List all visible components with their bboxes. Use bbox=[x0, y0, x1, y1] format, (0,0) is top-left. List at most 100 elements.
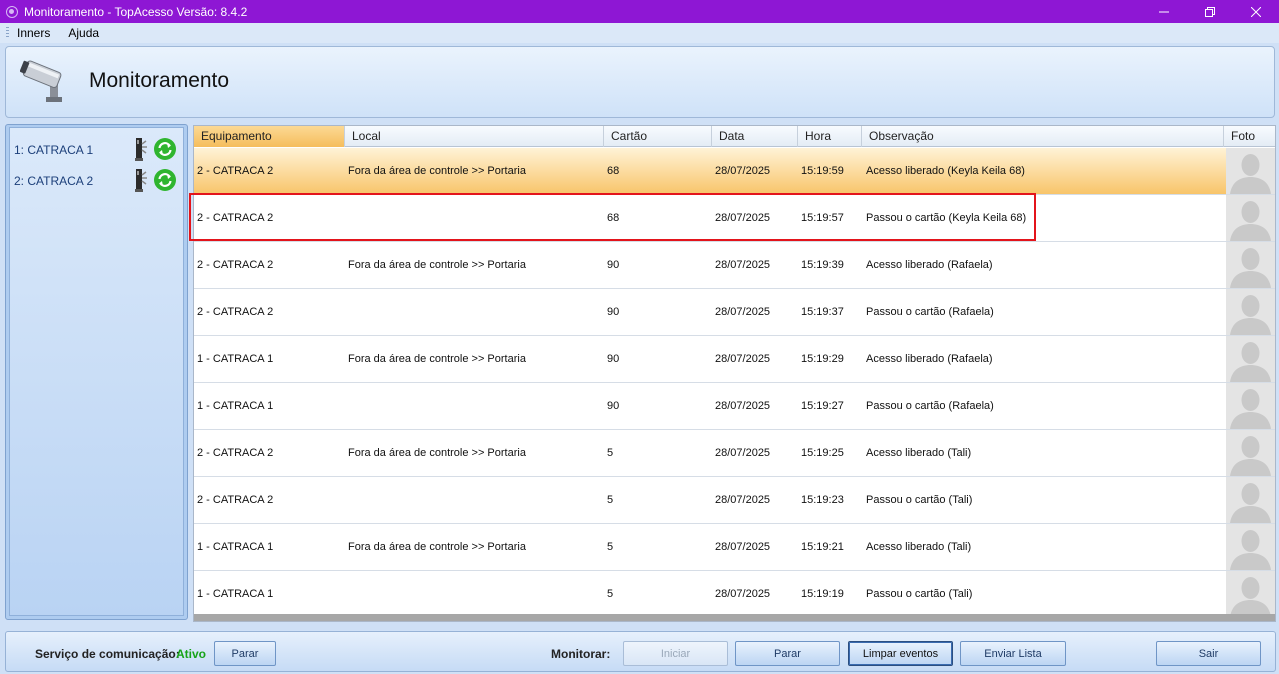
person-placeholder-icon bbox=[1226, 336, 1275, 382]
cell-cartao: 5 bbox=[607, 588, 614, 600]
cell-hora: 15:19:57 bbox=[801, 212, 844, 224]
cell-hora: 15:19:29 bbox=[801, 353, 844, 365]
table-row[interactable]: 2 - CATRACA 2 5 28/07/2025 15:19:23 Passou o… bbox=[194, 477, 1275, 524]
cell-observacao: Acesso liberado (Keyla Keila 68) bbox=[866, 165, 1025, 177]
service-label: Serviço de comunicação: bbox=[35, 647, 180, 661]
menu-bar: Inners Ajuda bbox=[0, 23, 1279, 43]
close-icon bbox=[1251, 6, 1261, 17]
person-placeholder-icon bbox=[1226, 242, 1275, 288]
cell-hora: 15:19:27 bbox=[801, 400, 844, 412]
close-button[interactable] bbox=[1233, 0, 1279, 23]
cell-local: Fora da área de controle >> Portaria bbox=[348, 259, 526, 271]
person-placeholder-icon bbox=[1226, 195, 1275, 241]
cell-cartao: 68 bbox=[607, 165, 620, 177]
person-placeholder-icon bbox=[1226, 430, 1275, 476]
clear-events-button[interactable]: Limpar eventos bbox=[848, 641, 953, 666]
cell-cartao: 90 bbox=[607, 353, 620, 365]
device-item-catraca-2[interactable]: 2: CATRACA 2 bbox=[14, 167, 184, 195]
footer-bar: Serviço de comunicação: Ativo Parar Moni… bbox=[5, 631, 1276, 672]
column-header-cartao[interactable]: Cartão bbox=[604, 126, 712, 147]
column-header-data[interactable]: Data bbox=[712, 126, 798, 147]
device-item-catraca-1[interactable]: 1: CATRACA 1 bbox=[14, 136, 184, 164]
page-title: Monitoramento bbox=[89, 69, 230, 92]
events-grid[interactable]: Equipamento Local Cartão Data Hora Obser… bbox=[193, 125, 1276, 622]
table-row[interactable]: 2 - CATRACA 2 68 28/07/2025 15:19:57 Passou … bbox=[194, 195, 1275, 242]
cell-observacao: Acesso liberado (Rafaela) bbox=[866, 259, 993, 271]
minimize-icon bbox=[1159, 11, 1169, 12]
cell-cartao: 5 bbox=[607, 541, 614, 553]
cell-equipamento: 1 - CATRACA 1 bbox=[197, 400, 274, 412]
cell-observacao: Passou o cartão (Tali) bbox=[866, 588, 973, 600]
cell-equipamento: 1 - CATRACA 1 bbox=[197, 353, 274, 365]
cell-local: Fora da área de controle >> Portaria bbox=[348, 447, 526, 459]
turnstile-icon bbox=[131, 167, 147, 196]
horizontal-scrollbar[interactable] bbox=[194, 614, 1275, 621]
menu-inners[interactable]: Inners bbox=[17, 26, 50, 40]
cell-observacao: Passou o cartão (Rafaela) bbox=[866, 400, 994, 412]
cell-hora: 15:19:25 bbox=[801, 447, 844, 459]
person-placeholder-icon bbox=[1226, 289, 1275, 335]
cell-data: 28/07/2025 bbox=[715, 353, 771, 365]
cell-cartao: 90 bbox=[607, 259, 620, 271]
column-header-observacao[interactable]: Observação bbox=[862, 126, 1224, 147]
exit-button[interactable]: Sair bbox=[1156, 641, 1261, 666]
page-header: Monitoramento bbox=[5, 46, 1275, 118]
cell-equipamento: 2 - CATRACA 2 bbox=[197, 212, 274, 224]
monitor-label: Monitorar: bbox=[551, 647, 611, 661]
cell-hora: 15:19:23 bbox=[801, 494, 844, 506]
cell-local: Fora da área de controle >> Portaria bbox=[348, 165, 526, 177]
cell-hora: 15:19:39 bbox=[801, 259, 844, 271]
cell-cartao: 68 bbox=[607, 212, 620, 224]
table-row[interactable]: 1 - CATRACA 1 Fora da área de controle >>… bbox=[194, 336, 1275, 383]
cell-equipamento: 2 - CATRACA 2 bbox=[197, 494, 274, 506]
column-header-equipamento[interactable]: Equipamento bbox=[194, 126, 345, 147]
device-label: 2: CATRACA 2 bbox=[14, 174, 94, 188]
device-label: 1: CATRACA 1 bbox=[14, 143, 94, 157]
cell-equipamento: 2 - CATRACA 2 bbox=[197, 165, 274, 177]
cell-data: 28/07/2025 bbox=[715, 588, 771, 600]
cell-data: 28/07/2025 bbox=[715, 259, 771, 271]
column-header-hora[interactable]: Hora bbox=[798, 126, 862, 147]
cell-data: 28/07/2025 bbox=[715, 447, 771, 459]
window-title: Monitoramento - TopAcesso Versão: 8.4.2 bbox=[24, 4, 248, 19]
table-row[interactable]: 2 - CATRACA 2 90 28/07/2025 15:19:37 Passou … bbox=[194, 289, 1275, 336]
table-row[interactable]: 2 - CATRACA 2 Fora da área de controle >>… bbox=[194, 430, 1275, 477]
menu-ajuda[interactable]: Ajuda bbox=[68, 26, 99, 40]
cell-observacao: Acesso liberado (Rafaela) bbox=[866, 353, 993, 365]
cell-hora: 15:19:21 bbox=[801, 541, 844, 553]
table-row[interactable]: 2 - CATRACA 2 Fora da área de controle >>… bbox=[194, 242, 1275, 289]
cell-hora: 15:19:59 bbox=[801, 165, 844, 177]
table-row[interactable]: 2 - CATRACA 2 Fora da área de controle >>… bbox=[194, 148, 1275, 195]
table-row[interactable]: 1 - CATRACA 1 5 28/07/2025 15:19:19 Passou o… bbox=[194, 571, 1275, 618]
title-bar: Monitoramento - TopAcesso Versão: 8.4.2 bbox=[0, 0, 1279, 23]
table-row[interactable]: 1 - CATRACA 1 90 28/07/2025 15:19:27 Passou … bbox=[194, 383, 1275, 430]
column-header-foto[interactable]: Foto bbox=[1224, 126, 1275, 147]
restore-button[interactable] bbox=[1187, 0, 1233, 23]
refresh-icon[interactable] bbox=[153, 137, 177, 164]
restore-icon bbox=[1205, 6, 1215, 17]
service-stop-button[interactable]: Parar bbox=[214, 641, 276, 666]
send-list-button[interactable]: Enviar Lista bbox=[960, 641, 1066, 666]
cell-observacao: Passou o cartão (Keyla Keila 68) bbox=[866, 212, 1027, 224]
table-row[interactable]: 1 - CATRACA 1 Fora da área de controle >>… bbox=[194, 524, 1275, 571]
turnstile-icon bbox=[131, 136, 147, 165]
cell-data: 28/07/2025 bbox=[715, 165, 771, 177]
minimize-button[interactable] bbox=[1141, 0, 1187, 23]
refresh-icon[interactable] bbox=[153, 168, 177, 195]
cell-equipamento: 2 - CATRACA 2 bbox=[197, 259, 274, 271]
person-placeholder-icon bbox=[1226, 571, 1275, 617]
start-button[interactable]: Iniciar bbox=[623, 641, 728, 666]
cell-cartao: 90 bbox=[607, 400, 620, 412]
cell-hora: 15:19:19 bbox=[801, 588, 844, 600]
cell-observacao: Passou o cartão (Tali) bbox=[866, 494, 973, 506]
security-camera-icon bbox=[19, 57, 72, 108]
device-list: 1: CATRACA 1 2: CATRACA 2 bbox=[9, 127, 184, 616]
column-header-local[interactable]: Local bbox=[345, 126, 604, 147]
stop-button[interactable]: Parar bbox=[735, 641, 840, 666]
cell-data: 28/07/2025 bbox=[715, 494, 771, 506]
app-icon bbox=[6, 5, 18, 18]
cell-observacao: Acesso liberado (Tali) bbox=[866, 447, 972, 459]
cell-cartao: 5 bbox=[607, 494, 614, 506]
cell-local: Fora da área de controle >> Portaria bbox=[348, 353, 526, 365]
service-status: Ativo bbox=[176, 647, 206, 661]
